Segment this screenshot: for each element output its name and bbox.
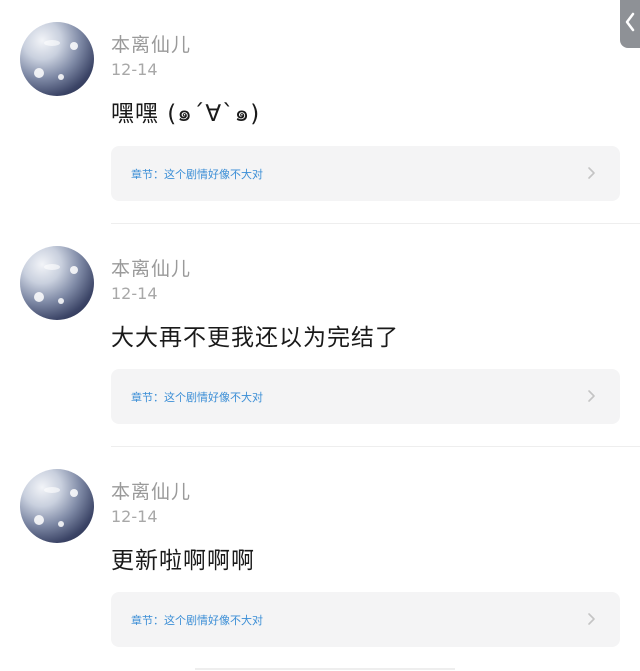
comment-date: 12-14 bbox=[111, 507, 158, 526]
comment-text: 更新啦啊啊啊 bbox=[111, 548, 255, 574]
avatar[interactable] bbox=[20, 469, 94, 543]
comment-item: 本离仙儿 12-14 嘿嘿 (๑´∀`๑) 章节：这个剧情好像不大对 bbox=[0, 22, 640, 222]
chevron-right-icon bbox=[588, 390, 595, 402]
comment-text: 嘿嘿 (๑´∀`๑) bbox=[111, 101, 261, 127]
divider bbox=[111, 446, 640, 447]
username[interactable]: 本离仙儿 bbox=[111, 30, 191, 57]
username[interactable]: 本离仙儿 bbox=[111, 477, 191, 504]
avatar[interactable] bbox=[20, 22, 94, 96]
chevron-right-icon bbox=[588, 613, 595, 625]
avatar[interactable] bbox=[20, 246, 94, 320]
divider bbox=[195, 668, 455, 670]
comment-date: 12-14 bbox=[111, 60, 158, 79]
comment-item: 本离仙儿 12-14 更新啦啊啊啊 章节：这个剧情好像不大对 bbox=[0, 469, 640, 669]
username[interactable]: 本离仙儿 bbox=[111, 254, 191, 281]
comment-item: 本离仙儿 12-14 大大再不更我还以为完结了 章节：这个剧情好像不大对 bbox=[0, 246, 640, 446]
comment-date: 12-14 bbox=[111, 284, 158, 303]
chevron-right-icon bbox=[588, 167, 595, 179]
chapter-label: 章节：这个剧情好像不大对 bbox=[131, 391, 263, 404]
chapter-label: 章节：这个剧情好像不大对 bbox=[131, 168, 263, 181]
chapter-link-card[interactable]: 章节：这个剧情好像不大对 bbox=[111, 592, 620, 647]
chapter-label: 章节：这个剧情好像不大对 bbox=[131, 614, 263, 627]
chapter-link-card[interactable]: 章节：这个剧情好像不大对 bbox=[111, 369, 620, 424]
chapter-link-card[interactable]: 章节：这个剧情好像不大对 bbox=[111, 146, 620, 201]
divider bbox=[111, 223, 640, 224]
comment-text: 大大再不更我还以为完结了 bbox=[111, 325, 399, 351]
